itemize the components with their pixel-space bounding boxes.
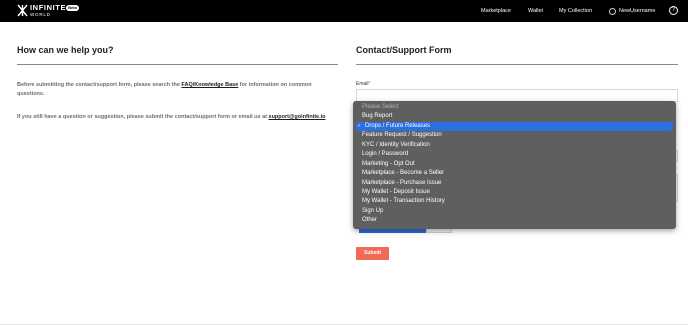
divider bbox=[17, 64, 338, 65]
dropdown-option-placeholder: Please Select bbox=[362, 104, 399, 110]
support-paragraph: If you still have a question or suggesti… bbox=[17, 113, 347, 122]
logo-mark-icon bbox=[17, 4, 28, 17]
username: NewUsername bbox=[619, 8, 656, 14]
dropdown-option[interactable]: My Wallet - Deposit Issue bbox=[353, 188, 676, 197]
dropdown-option[interactable]: Other bbox=[353, 216, 676, 225]
dropdown-option[interactable]: Marketing - Opt Out bbox=[353, 160, 676, 169]
help-heading: How can we help you? bbox=[17, 45, 114, 55]
required-mark: * bbox=[368, 81, 371, 87]
dropdown-option[interactable]: Sign Up bbox=[353, 207, 676, 216]
dropdown-option-label: Drops / Future Releases bbox=[365, 122, 431, 129]
faq-paragraph: Before submitting the contact/support fo… bbox=[17, 81, 337, 99]
support-email-link[interactable]: support@goinfinite.io bbox=[269, 114, 326, 120]
logo-word-world: WORLD bbox=[30, 12, 51, 17]
top-navigation-bar: INFINITE WORLD Beta Marketplace Wallet M… bbox=[0, 0, 688, 22]
support-text: If you still have a question or suggesti… bbox=[17, 114, 269, 120]
help-icon[interactable]: ? bbox=[669, 6, 678, 15]
dropdown-option[interactable]: Login / Password bbox=[353, 150, 676, 159]
email-label-text: Email bbox=[356, 81, 369, 87]
email-label: Email* bbox=[356, 81, 370, 87]
divider bbox=[356, 64, 678, 65]
nav-my-collection[interactable]: My Collection bbox=[559, 0, 592, 22]
checkmark-icon: ✓ bbox=[357, 122, 362, 129]
submit-button[interactable]: Submit bbox=[356, 247, 389, 260]
issue-type-dropdown-menu[interactable]: Please Select Bug Report ✓ Drops / Futur… bbox=[353, 101, 676, 229]
user-menu[interactable]: NewUsername bbox=[609, 0, 655, 22]
dropdown-option[interactable]: Marketplace - Become a Seller bbox=[353, 169, 676, 178]
logo-word-infinite: INFINITE bbox=[30, 3, 67, 12]
dropdown-option[interactable]: KYC / Identity Verification bbox=[353, 141, 676, 150]
beta-badge: Beta bbox=[66, 5, 79, 11]
dropdown-option-selected[interactable]: ✓ Drops / Future Releases bbox=[356, 121, 673, 132]
form-heading: Contact/Support Form bbox=[356, 45, 452, 55]
faq-text-before: Before submitting the contact/support fo… bbox=[17, 82, 182, 88]
dropdown-option[interactable]: Bug Report bbox=[353, 112, 676, 121]
nav-wallet[interactable]: Wallet bbox=[528, 0, 543, 22]
user-avatar-icon bbox=[609, 7, 616, 15]
dropdown-option[interactable]: Marketplace - Purchase Issue bbox=[353, 179, 676, 188]
nav-marketplace[interactable]: Marketplace bbox=[481, 0, 511, 22]
dropdown-option[interactable]: Feature Request / Suggestion bbox=[353, 131, 676, 140]
dropdown-option[interactable]: My Wallet - Transaction History bbox=[353, 197, 676, 206]
faq-link[interactable]: FAQ/Knowledge Base bbox=[181, 82, 238, 88]
